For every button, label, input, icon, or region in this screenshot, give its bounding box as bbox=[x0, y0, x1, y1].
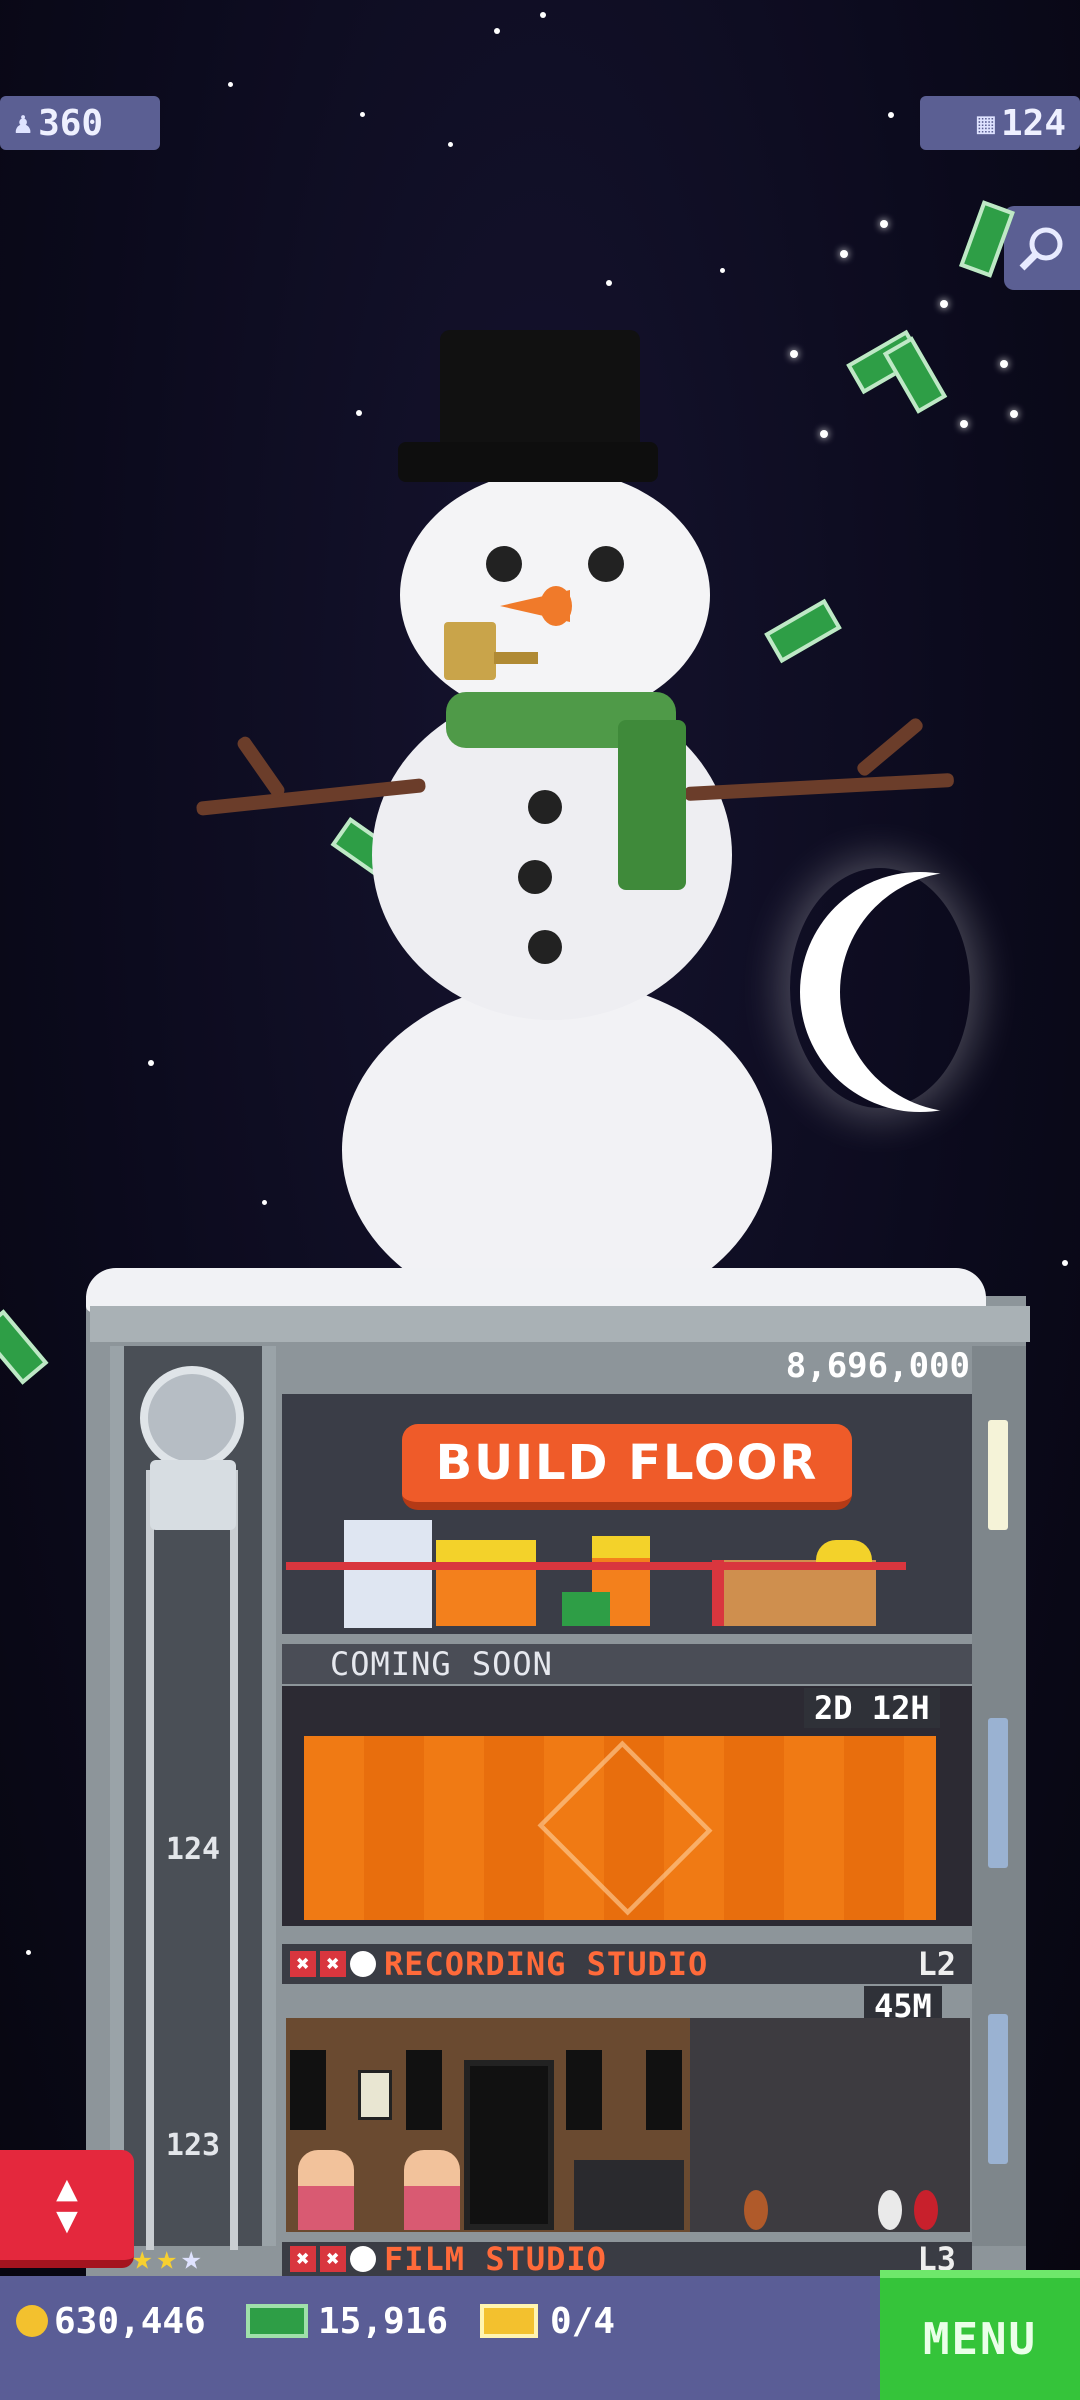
guitar-icon bbox=[878, 2190, 902, 2230]
worker bbox=[436, 1540, 486, 1626]
studio-window bbox=[566, 2050, 602, 2130]
floor-124-label[interactable]: ✖ ✖ RECORDING STUDIO L2 bbox=[282, 1944, 972, 1984]
magnifier-icon bbox=[1019, 227, 1063, 271]
worker bbox=[486, 1540, 536, 1626]
floor-124-level: L2 bbox=[917, 1945, 956, 1983]
star bbox=[960, 420, 968, 428]
snowman-button bbox=[528, 930, 562, 964]
star bbox=[790, 350, 798, 358]
corncob-pipe bbox=[444, 622, 496, 680]
star bbox=[1062, 1260, 1068, 1266]
population-counter[interactable]: ♟ 360 bbox=[0, 96, 160, 150]
carrot-nose-tip bbox=[540, 586, 572, 626]
star bbox=[940, 300, 948, 308]
elevator-pulley bbox=[140, 1366, 244, 1470]
floor-123-label[interactable]: ✖ ✖ FILM STUDIO L3 bbox=[282, 2242, 972, 2276]
floor-123-name: FILM STUDIO bbox=[384, 2242, 607, 2276]
menu-button[interactable]: MENU bbox=[880, 2270, 1080, 2400]
bux-icon bbox=[246, 2304, 308, 2338]
hard-hat bbox=[816, 1540, 872, 1564]
floor-number-124: 124 bbox=[165, 1832, 221, 1867]
crescent-moon bbox=[840, 872, 1080, 1112]
clock-icon bbox=[350, 1951, 376, 1977]
top-hat-brim bbox=[398, 442, 658, 482]
star bbox=[448, 142, 453, 147]
star bbox=[262, 1200, 267, 1205]
unfilled-slot-icon: ✖ bbox=[290, 2246, 316, 2272]
star bbox=[228, 82, 233, 87]
floor-stars: ★ ★ ★ bbox=[132, 2238, 201, 2278]
star bbox=[880, 220, 888, 228]
pipe-stem bbox=[494, 652, 538, 664]
tickets-value: 0/4 bbox=[550, 2300, 616, 2342]
window-light bbox=[988, 1718, 1008, 1868]
coming-soon-banner: COMING SOON bbox=[282, 1644, 972, 1684]
bux-counter[interactable]: 15,916 bbox=[246, 2296, 448, 2346]
film-poster bbox=[358, 2070, 392, 2120]
studio-window bbox=[290, 2050, 326, 2130]
star bbox=[148, 1060, 154, 1066]
star bbox=[360, 112, 365, 117]
guitar-icon bbox=[914, 2190, 938, 2230]
star bbox=[1010, 410, 1018, 418]
unfilled-slot-icon: ✖ bbox=[320, 1951, 346, 1977]
mixing-console bbox=[574, 2160, 684, 2230]
star bbox=[540, 12, 546, 18]
arrow-down-icon: ▼ bbox=[56, 2200, 78, 2241]
floor-count-value: 124 bbox=[1000, 102, 1066, 144]
population-value: 360 bbox=[38, 102, 104, 144]
build-floor-price: 8,696,000 bbox=[785, 1346, 970, 1386]
tenant bbox=[404, 2150, 460, 2230]
coins-counter[interactable]: 630,446 bbox=[16, 2296, 206, 2346]
star bbox=[1000, 360, 1008, 368]
roof-band bbox=[90, 1306, 1030, 1342]
floor-124-name: RECORDING STUDIO bbox=[384, 1945, 709, 1983]
studio-door bbox=[464, 2060, 554, 2230]
red-barrier bbox=[286, 1562, 906, 1570]
snowman-left-eye bbox=[486, 546, 522, 582]
unfilled-slot-icon: ✖ bbox=[290, 1951, 316, 1977]
studio-window bbox=[406, 2050, 442, 2130]
star-icon: ★ bbox=[156, 2238, 177, 2278]
toolbox bbox=[562, 1592, 610, 1626]
zoom-button[interactable] bbox=[1004, 206, 1080, 290]
star-icon: ★ bbox=[132, 2238, 153, 2278]
snowman-button bbox=[528, 790, 562, 824]
bux-value: 15,916 bbox=[318, 2300, 449, 2342]
clock-icon bbox=[350, 2246, 376, 2272]
tickets-counter[interactable]: 0/4 bbox=[480, 2296, 615, 2346]
ticket-icon bbox=[480, 2304, 538, 2338]
star bbox=[888, 112, 894, 118]
building-icon: ▦ bbox=[976, 105, 995, 141]
star bbox=[26, 1950, 31, 1955]
studio-window bbox=[646, 2050, 682, 2130]
coins-value: 630,446 bbox=[54, 2300, 206, 2342]
floor-counter[interactable]: ▦ 124 bbox=[920, 96, 1080, 150]
construction-workers bbox=[286, 1510, 916, 1630]
star bbox=[606, 280, 612, 286]
star bbox=[820, 430, 828, 438]
star-icon: ★ bbox=[180, 2238, 202, 2278]
star bbox=[494, 28, 500, 34]
star bbox=[356, 410, 362, 416]
coin-icon bbox=[16, 2305, 48, 2337]
snowman-button bbox=[518, 860, 552, 894]
window-light bbox=[988, 1420, 1008, 1530]
glass-pane bbox=[344, 1520, 432, 1628]
green-scarf-tail bbox=[618, 720, 686, 890]
build-floor-button[interactable]: BUILD FLOOR bbox=[402, 1424, 852, 1510]
snowman-right-eye bbox=[588, 546, 624, 582]
star bbox=[720, 268, 725, 273]
floor-number-123: 123 bbox=[165, 2128, 221, 2163]
elevator-button[interactable]: ▲ ▼ bbox=[0, 2150, 134, 2268]
star bbox=[840, 250, 848, 258]
window-light bbox=[988, 2014, 1008, 2164]
guitar-icon bbox=[744, 2190, 768, 2230]
elevator-car[interactable] bbox=[150, 1460, 236, 1530]
construction-timer: 2D 12H bbox=[804, 1688, 940, 1728]
unfilled-slot-icon: ✖ bbox=[320, 2246, 346, 2272]
tenant bbox=[298, 2150, 354, 2230]
person-icon: ♟ bbox=[14, 105, 33, 141]
